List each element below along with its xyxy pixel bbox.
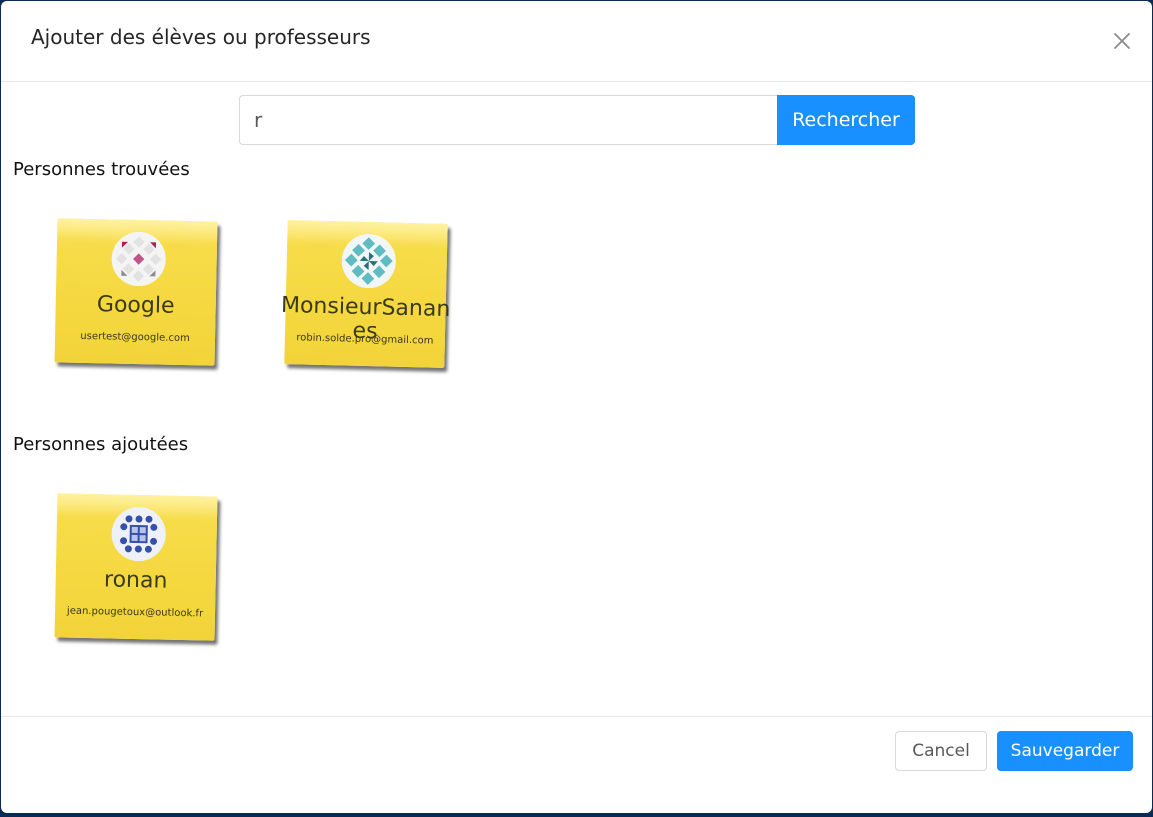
cancel-button[interactable]: Cancel bbox=[895, 731, 987, 771]
person-email: usertest@google.com bbox=[80, 330, 190, 345]
person-card-monsieursananes[interactable]: MonsieurSananes robin.solde.pro@gmail.co… bbox=[281, 220, 451, 368]
save-button[interactable]: Sauvegarder bbox=[997, 731, 1133, 771]
person-email: jean.pougetoux@outlook.fr bbox=[66, 605, 204, 620]
avatar bbox=[111, 231, 167, 287]
dialog-footer: Cancel Sauvegarder bbox=[1, 716, 1152, 813]
search-input[interactable] bbox=[239, 95, 778, 145]
search-button[interactable]: Rechercher bbox=[777, 95, 915, 145]
added-section-title: Personnes ajoutées bbox=[13, 434, 189, 455]
person-card-ronan[interactable]: ronan jean.pougetoux@outlook.fr bbox=[54, 493, 218, 641]
dialog-header: Ajouter des élèves ou professeurs bbox=[1, 1, 1152, 82]
avatar bbox=[111, 506, 167, 562]
found-section-title: Personnes trouvées bbox=[13, 159, 190, 180]
dialog-title: Ajouter des élèves ou professeurs bbox=[31, 25, 371, 49]
add-people-dialog: Ajouter des élèves ou professeurs Recher… bbox=[1, 1, 1152, 813]
person-card-google[interactable]: Google usertest@google.com bbox=[54, 218, 218, 366]
person-name: Google bbox=[96, 292, 175, 319]
search-bar: Rechercher bbox=[239, 95, 915, 145]
person-name: ronan bbox=[103, 567, 168, 594]
avatar bbox=[341, 233, 397, 289]
close-icon[interactable] bbox=[1110, 29, 1134, 53]
